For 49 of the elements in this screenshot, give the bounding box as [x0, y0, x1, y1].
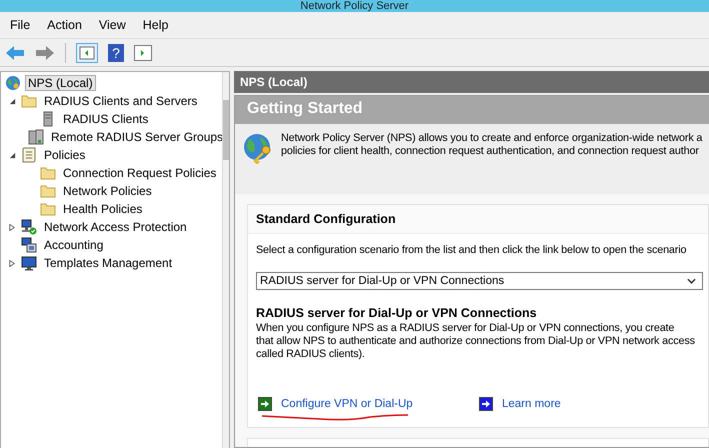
- expand-arrow-icon[interactable]: [9, 258, 15, 268]
- servers-icon: [28, 129, 44, 145]
- intro-text: Network Policy Server (NPS) allows you to create and enforce organization-wide network a: [281, 132, 702, 145]
- panel-title: Standard Configuration: [248, 205, 708, 234]
- expand-arrow-icon[interactable]: [9, 222, 15, 232]
- tree-item[interactable]: Policies: [41, 147, 88, 163]
- tree-item[interactable]: RADIUS Clients: [60, 111, 152, 127]
- globe-key-icon: [5, 75, 21, 91]
- scenario-description: that allow NPS to authenticate and authorize connections from Dial-Up or VPN network access: [256, 335, 695, 348]
- tree-item[interactable]: Network Policies: [60, 183, 155, 199]
- tree-item[interactable]: RADIUS Clients and Servers: [41, 93, 200, 109]
- folder-icon: [40, 166, 56, 180]
- tree-item[interactable]: Connection Request Policies: [60, 165, 220, 181]
- menu-item[interactable]: File: [10, 18, 30, 32]
- pane-header: NPS (Local): [234, 71, 709, 93]
- network-check-icon: [21, 219, 37, 235]
- action-pane-icon[interactable]: [134, 44, 152, 60]
- tree-item[interactable]: NPS (Local): [25, 75, 96, 91]
- link[interactable]: Learn more: [502, 397, 561, 411]
- scenario-description: When you configure NPS as a RADIUS server for Dial-Up or VPN connections, you create: [256, 322, 674, 335]
- menu-item[interactable]: View: [98, 18, 126, 32]
- folder-icon: [40, 202, 56, 216]
- menu-item[interactable]: Help: [142, 18, 168, 32]
- section-title: Getting Started: [235, 96, 709, 124]
- scenario-dropdown[interactable]: RADIUS server for Dial-Up or VPN Connections: [256, 272, 703, 290]
- link[interactable]: Configure VPN or Dial-Up: [281, 397, 413, 411]
- menu-item[interactable]: Action: [47, 18, 82, 32]
- folder-icon: [21, 94, 37, 108]
- intro-text: policies for client health, connection request authentication, and connection request author: [281, 145, 699, 158]
- window-title: Network Policy Server: [300, 0, 409, 12]
- tree-item[interactable]: Health Policies: [60, 201, 146, 217]
- chevron-down-icon: [687, 278, 696, 284]
- monitor-icon: [21, 255, 37, 271]
- tree-item[interactable]: Network Access Protection: [41, 219, 190, 235]
- scroll-icon: [21, 147, 37, 163]
- scrollbar[interactable]: [222, 72, 229, 448]
- back-arrow-icon[interactable]: [5, 44, 25, 60]
- scenario-title: RADIUS server for Dial-Up or VPN Connections: [256, 306, 538, 320]
- collapse-arrow-icon[interactable]: [9, 152, 16, 158]
- forward-arrow-icon[interactable]: [35, 44, 55, 60]
- tree-item[interactable]: Accounting: [41, 237, 106, 253]
- tree-pane-icon[interactable]: [76, 42, 98, 62]
- tree-item[interactable]: Templates Management: [41, 255, 176, 271]
- folder-icon: [40, 184, 56, 198]
- network-computers-icon: [21, 237, 37, 253]
- help-button[interactable]: ?: [108, 44, 124, 62]
- scenario-description: called RADIUS clients).: [256, 348, 365, 361]
- collapse-arrow-icon[interactable]: [9, 98, 16, 104]
- instruction-text: Select a configuration scenario from the list and then click the link below to open the scenario: [256, 244, 686, 256]
